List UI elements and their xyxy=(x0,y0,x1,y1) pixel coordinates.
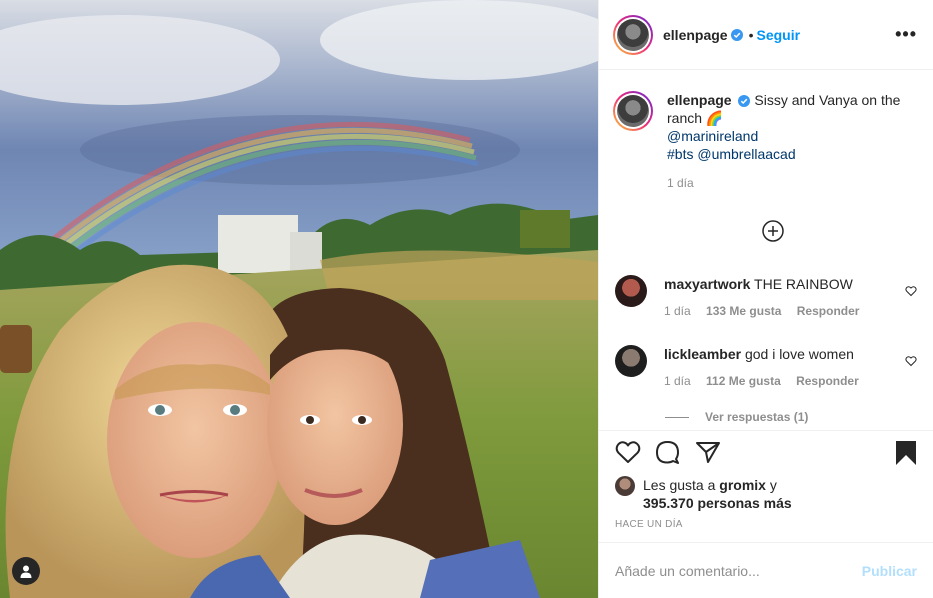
post-actions-bar xyxy=(615,440,917,470)
commenter-username[interactable]: lickleamber xyxy=(664,346,741,362)
post-header: ellenpage • Seguir ••• xyxy=(599,0,933,70)
hashtag-link[interactable]: #bts xyxy=(667,146,693,162)
liker-avatar[interactable] xyxy=(615,476,635,496)
likes-suffix: y xyxy=(769,477,777,493)
comment-like-count[interactable]: 112 Me gusta xyxy=(706,374,781,388)
mention-link[interactable]: @umbrellaacad xyxy=(697,146,795,162)
comments-section[interactable]: ellenpage Sissy and Vanya on the ranch 🌈… xyxy=(599,71,933,431)
post-side-panel: ellenpage • Seguir ••• ellenpage Sissy a… xyxy=(598,0,933,598)
view-replies-button[interactable]: Ver respuestas (1) xyxy=(665,410,808,424)
follow-button[interactable]: Seguir xyxy=(757,27,801,43)
comment-time[interactable]: 1 día xyxy=(664,374,691,388)
mention-link[interactable]: @marinireland xyxy=(667,128,758,144)
add-comment-bar: Publicar xyxy=(599,542,933,598)
caption-author-avatar[interactable] xyxy=(613,91,653,131)
comment-icon[interactable] xyxy=(655,440,681,464)
heart-icon[interactable] xyxy=(615,440,641,464)
comment-input[interactable] xyxy=(615,562,862,579)
comment-text: god i love women xyxy=(744,346,854,362)
comment-like-count[interactable]: 133 Me gusta xyxy=(706,304,781,318)
more-options-button[interactable]: ••• xyxy=(895,24,917,45)
rainbow-emoji: 🌈 xyxy=(705,110,724,126)
user-tag-icon xyxy=(20,565,32,578)
commenter-avatar[interactable] xyxy=(615,275,647,307)
publish-button[interactable]: Publicar xyxy=(862,563,917,579)
verified-badge-icon xyxy=(730,28,743,41)
author-username[interactable]: ellenpage xyxy=(663,27,728,43)
post-timestamp[interactable]: HACE UN DÍA xyxy=(615,519,683,530)
comment-time[interactable]: 1 día xyxy=(664,304,691,318)
reply-button[interactable]: Responder xyxy=(796,374,859,388)
replies-divider xyxy=(665,416,689,418)
likes-count[interactable]: 395.370 personas más xyxy=(643,495,792,511)
paper-plane-icon[interactable] xyxy=(695,440,721,464)
commenter-avatar[interactable] xyxy=(615,345,647,377)
commenter-username[interactable]: maxyartwork xyxy=(664,276,750,292)
caption-timestamp[interactable]: 1 día xyxy=(667,174,917,192)
comment-item: maxyartwork THE RAINBOW 1 día 133 Me gus… xyxy=(615,275,917,318)
heart-icon[interactable] xyxy=(905,355,917,367)
comment-item: lickleamber god i love women 1 día 112 M… xyxy=(615,345,917,388)
comment-text: THE RAINBOW xyxy=(754,276,853,292)
user-tag-button[interactable] xyxy=(12,557,40,585)
likes-prefix: Les gusta a xyxy=(643,477,716,493)
post-photo[interactable] xyxy=(0,0,598,598)
view-replies-label: Ver respuestas (1) xyxy=(705,410,809,424)
liker-username[interactable]: gromix xyxy=(719,477,766,493)
bookmark-icon[interactable] xyxy=(895,440,917,466)
post-caption: ellenpage Sissy and Vanya on the ranch 🌈… xyxy=(599,71,933,192)
dot-separator: • xyxy=(748,26,754,43)
verified-badge-icon xyxy=(738,95,751,107)
plus-circle-icon[interactable] xyxy=(762,220,784,242)
likes-summary: Les gusta a gromix y 395.370 personas má… xyxy=(615,476,917,512)
author-avatar[interactable] xyxy=(613,14,653,55)
caption-username[interactable]: ellenpage xyxy=(667,92,732,108)
reply-button[interactable]: Responder xyxy=(797,304,860,318)
selfie-rainbow-image xyxy=(0,0,598,598)
heart-icon[interactable] xyxy=(905,285,917,297)
